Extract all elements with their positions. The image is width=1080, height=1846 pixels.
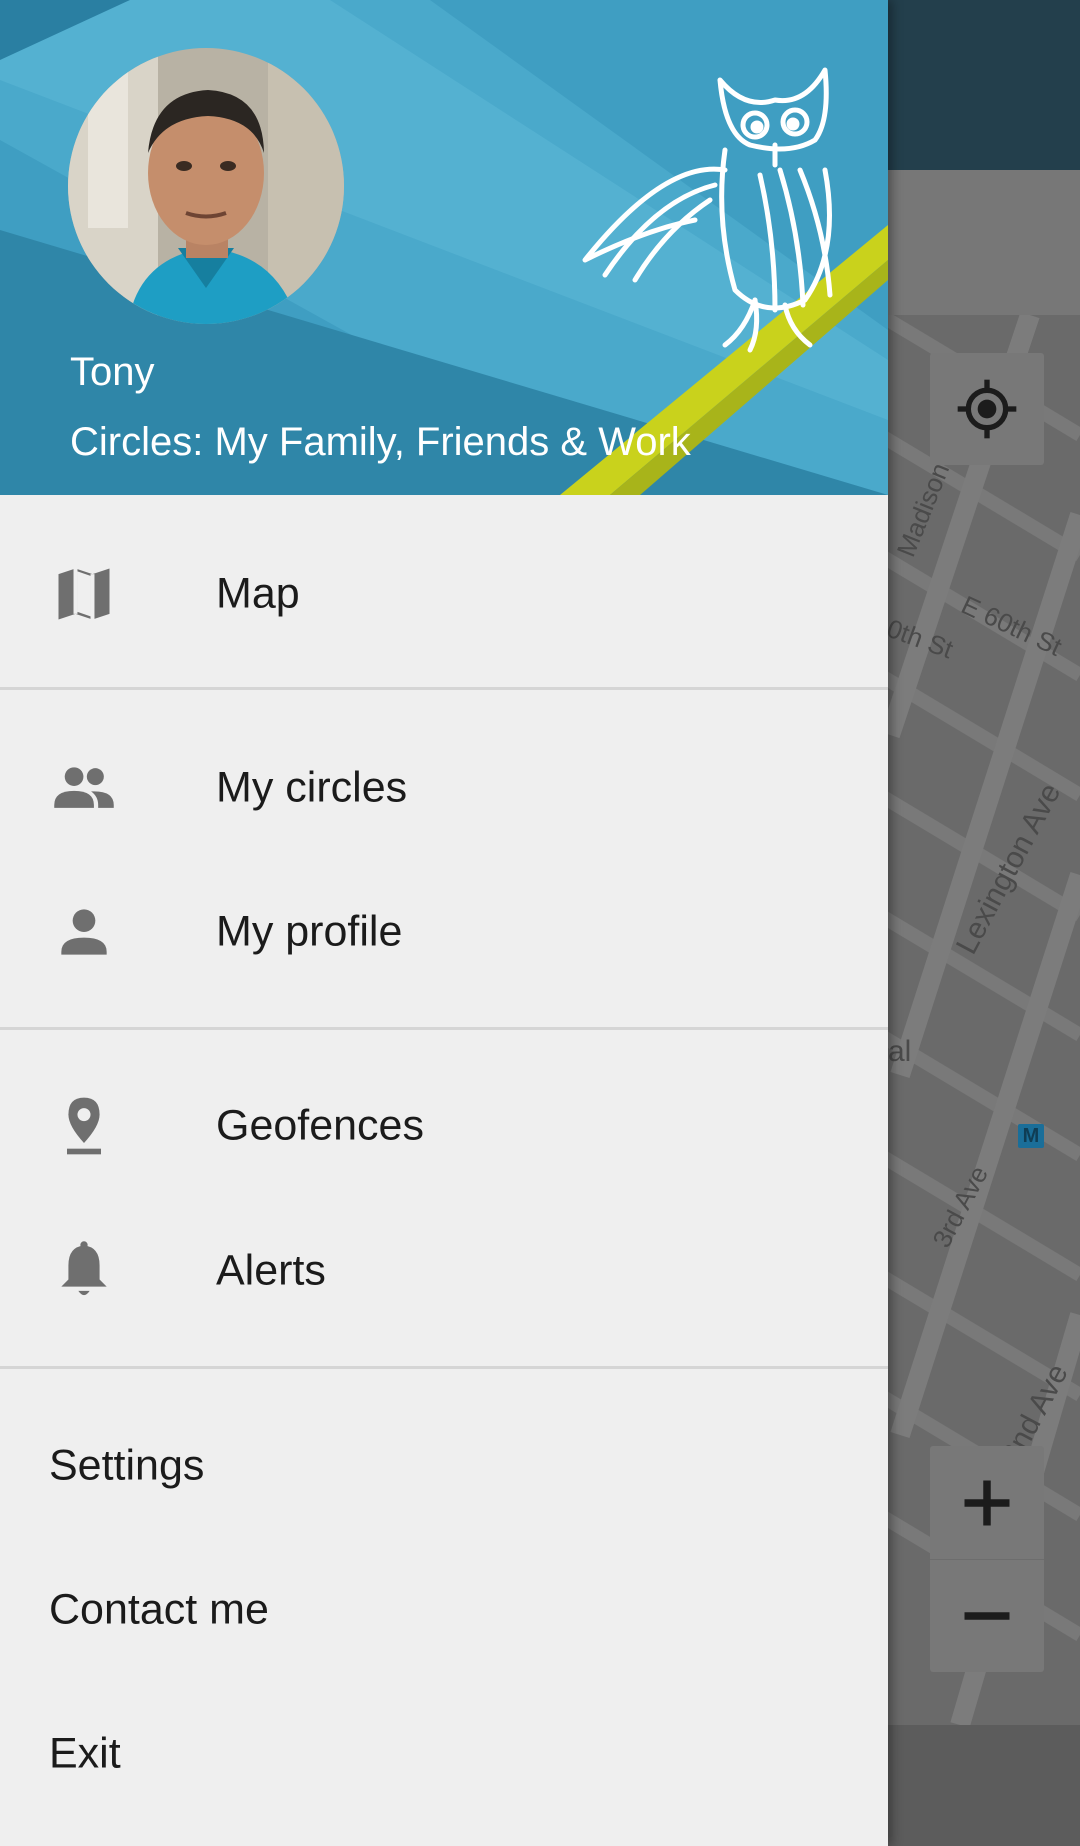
minus-icon (964, 1612, 1010, 1620)
location-pin-icon (67, 1097, 101, 1155)
plus-icon (964, 1480, 1010, 1526)
owl-logo-icon (582, 67, 833, 353)
menu-item-label: My circles (216, 763, 408, 812)
menu-item-label: Contact me (49, 1585, 269, 1634)
menu-item-label: Map (216, 569, 300, 618)
drawer-header: Tony Circles: My Family, Friends & Work (0, 0, 888, 495)
navigation-drawer: Tony Circles: My Family, Friends & Work … (0, 0, 888, 1846)
divider (0, 1366, 888, 1369)
divider (0, 1027, 888, 1030)
menu-item-my-profile[interactable]: My profile (0, 860, 888, 1004)
street-label: al (888, 1035, 912, 1068)
menu-item-settings[interactable]: Settings (0, 1394, 888, 1538)
menu-item-alerts[interactable]: Alerts (0, 1199, 888, 1343)
divider (0, 687, 888, 690)
avatar-image (68, 48, 344, 324)
menu-item-my-circles[interactable]: My circles (0, 716, 888, 860)
people-icon (54, 767, 114, 808)
zoom-controls (930, 1446, 1044, 1672)
menu-item-label: Geofences (216, 1101, 424, 1150)
zoom-out-button[interactable] (930, 1559, 1044, 1673)
menu-item-label: Settings (49, 1441, 205, 1490)
menu-item-map[interactable]: Map (0, 522, 888, 666)
bell-icon (61, 1241, 107, 1296)
menu-item-label: Exit (49, 1729, 121, 1778)
menu-item-label: Alerts (216, 1246, 326, 1295)
menu-item-exit[interactable]: Exit (0, 1682, 888, 1826)
avatar[interactable] (68, 48, 344, 324)
user-circles-summary: Circles: My Family, Friends & Work (70, 420, 691, 464)
map-icon (58, 568, 110, 620)
user-name: Tony (70, 350, 155, 394)
zoom-in-button[interactable] (930, 1446, 1044, 1559)
metro-station-icon[interactable]: M (1018, 1124, 1044, 1148)
menu-item-geofences[interactable]: Geofences (0, 1054, 888, 1198)
menu-item-contact-me[interactable]: Contact me (0, 1538, 888, 1682)
person-icon (61, 909, 107, 955)
my-location-icon (957, 379, 1017, 439)
my-location-button[interactable] (930, 353, 1044, 465)
menu-item-label: My profile (216, 907, 403, 956)
